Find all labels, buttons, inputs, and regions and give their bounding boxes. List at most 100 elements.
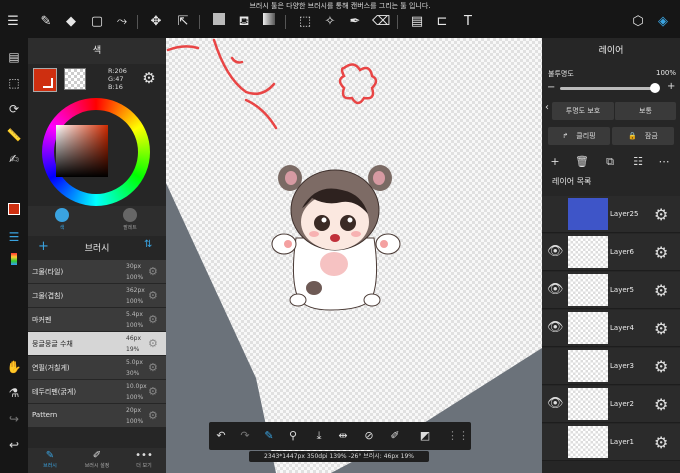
tab-palette[interactable]: 팔레트 [110,208,150,231]
select-pen-icon[interactable]: ✒ [346,13,364,31]
drawing-canvas[interactable]: ↶ ↷ ✎ ⚲ ⤓ ⇹ ⊘ ✐ ◩ ⋮⋮ 2343*1447px 350dpi … [166,38,542,473]
tab-more[interactable]: ••• 더 보기 [124,450,164,469]
magic-wand-icon[interactable]: ✧ [321,13,339,31]
protect-alpha-button[interactable]: 투명도 보호 [552,102,614,120]
eraser-tool-icon[interactable]: ◆ [62,13,80,31]
flip-horizontal-icon[interactable]: ⇹ [335,428,351,444]
import-button[interactable]: ⤓ [311,428,327,444]
brush-gear-icon[interactable]: ⚙ [148,361,158,374]
color-swatch-icon[interactable] [5,202,23,220]
brush-item[interactable]: 테두리펜(굵게) 10.0px 100% ⚙ [28,380,166,404]
rotate-reset-icon[interactable]: ⊘ [361,428,377,444]
layer-row[interactable]: 👁 Layer4 ⚙ [542,310,680,347]
move-tool-icon[interactable]: ✥ [147,13,165,31]
gallery-icon[interactable]: ▤ [5,48,23,66]
brush-item[interactable]: 연필(거칠게) 5.0px 30% ⚙ [28,356,166,380]
add-layer-icon[interactable]: + [547,154,563,170]
layers-icon[interactable]: ◈ [654,13,672,31]
layer-gear-icon[interactable]: ⚙ [654,319,668,338]
select-eraser-icon[interactable]: ⌫ [372,13,390,31]
brush-tool-icon[interactable]: ✎ [37,13,55,31]
layer-row[interactable]: Layer3 ⚙ [542,348,680,385]
brush-gear-icon[interactable]: ⚙ [148,289,158,302]
tab-color[interactable]: 색 [42,208,82,231]
eye-icon[interactable]: 👁 [547,320,564,335]
brush-gear-icon[interactable]: ⚙ [148,313,158,326]
selection-icon[interactable]: ⬚ [5,74,23,92]
gradient-tool-icon[interactable] [260,13,278,31]
vector-tool-icon[interactable]: ⤳ [113,13,131,31]
opacity-label: 불투명도 [548,70,574,78]
brush-gear-icon[interactable]: ⚙ [148,409,158,422]
layer-row[interactable]: 👁 Layer2 ⚙ [542,386,680,423]
brush-item[interactable]: 그물(타일) 30px 100% ⚙ [28,260,166,284]
select-tool-icon[interactable]: ⬚ [296,13,314,31]
lock-button[interactable]: 🔒 잠금 [612,127,674,145]
frame-divider-icon[interactable]: ▤ [408,13,426,31]
eye-icon[interactable]: 👁 [547,282,564,297]
eyedropper-button[interactable]: ⚲ [285,428,301,444]
layer-gear-icon[interactable]: ⚙ [654,281,668,300]
tab-brush-settings[interactable]: ✐ 브러시 설정 [77,450,117,469]
eye-icon[interactable]: 👁 [547,244,564,259]
layer-gear-icon[interactable]: ⚙ [654,395,668,414]
layer-more-icon[interactable]: ⋯ [656,154,672,170]
blend-left-icon[interactable]: ‹ [545,102,549,113]
layer-list-view-icon[interactable]: ☷ [630,154,646,170]
bucket-tool-icon[interactable]: ⛾ [235,13,253,31]
brush-item[interactable]: 그물(겹침) 362px 100% ⚙ [28,284,166,308]
fill-color-icon[interactable] [210,13,228,31]
ruler-icon[interactable]: 📏 [5,126,23,144]
duplicate-layer-icon[interactable]: ⧉ [602,154,618,170]
saturation-square[interactable] [56,125,108,177]
main-color-swatch[interactable] [33,68,57,92]
opacity-slider[interactable] [560,87,656,90]
undo-icon[interactable]: ↩ [5,436,23,454]
layer-row[interactable]: Layer1 ⚙ [542,424,680,461]
brush-list-icon[interactable]: ☰ [5,228,23,246]
eye-icon[interactable]: 👁 [547,396,564,411]
opacity-decrease-icon[interactable]: − [547,82,555,93]
stabilizer-brush-icon[interactable]: ✎ [261,428,277,444]
brush-item[interactable]: 마커펜 5.4px 100% ⚙ [28,308,166,332]
layer-gear-icon[interactable]: ⚙ [654,243,668,262]
layer-gear-icon[interactable]: ⚙ [654,433,668,452]
brush-gear-icon[interactable]: ⚙ [148,337,158,350]
pen-icon[interactable]: ✍ [5,150,23,168]
eyedropper-icon[interactable]: ⚗ [5,384,23,402]
edit-canvas-icon[interactable]: ✐ [387,428,403,444]
blend-mode-button[interactable]: 보통 [614,102,676,120]
grip-icon[interactable]: ⋮⋮ [447,428,469,444]
clipping-button[interactable]: ↱ 클리핑 [548,127,610,145]
sub-color-swatch[interactable] [64,68,86,90]
tab-brush[interactable]: ✎ 브러시 [30,450,70,469]
palette-strip-icon[interactable] [5,252,23,270]
opacity-increase-icon[interactable]: + [667,81,675,92]
redo-button[interactable]: ↷ [237,428,253,444]
delete-layer-icon[interactable]: 🗑 [574,154,590,170]
hand-tool-icon[interactable]: ✋ [5,358,23,376]
layer-gear-icon[interactable]: ⚙ [654,205,668,224]
fullscreen-icon[interactable]: ◩ [417,428,433,444]
brush-gear-icon[interactable]: ⚙ [148,385,158,398]
layer-row[interactable]: 👁 Layer5 ⚙ [542,272,680,309]
materials-icon[interactable]: ⬡ [629,13,647,31]
brush-item[interactable]: Pattern 20px 100% ⚙ [28,404,166,428]
transform-tool-icon[interactable]: ⇱ [174,13,192,31]
layer-gear-icon[interactable]: ⚙ [654,357,668,376]
menu-icon[interactable]: ☰ [4,13,22,31]
shape-tool-icon[interactable]: ▢ [88,13,106,31]
redo-icon[interactable]: ↪ [5,410,23,428]
color-settings-gear-icon[interactable]: ⚙ [140,69,158,87]
character-illustration [271,165,401,311]
brush-item[interactable]: 뭉글뭉글 수채 46px 19% ⚙ [28,332,166,356]
layer-row[interactable]: 👁 Layer6 ⚙ [542,234,680,271]
layer-row[interactable]: Layer25 ⚙ [542,196,680,233]
brush-gear-icon[interactable]: ⚙ [148,265,158,278]
crop-tool-icon[interactable]: ⊏ [433,13,451,31]
rotate-icon[interactable]: ⟳ [5,100,23,118]
sort-icon[interactable]: ⇅ [144,239,152,250]
undo-button[interactable]: ↶ [213,428,229,444]
opacity-slider-knob[interactable] [650,83,660,93]
text-tool-icon[interactable]: T [459,13,477,31]
